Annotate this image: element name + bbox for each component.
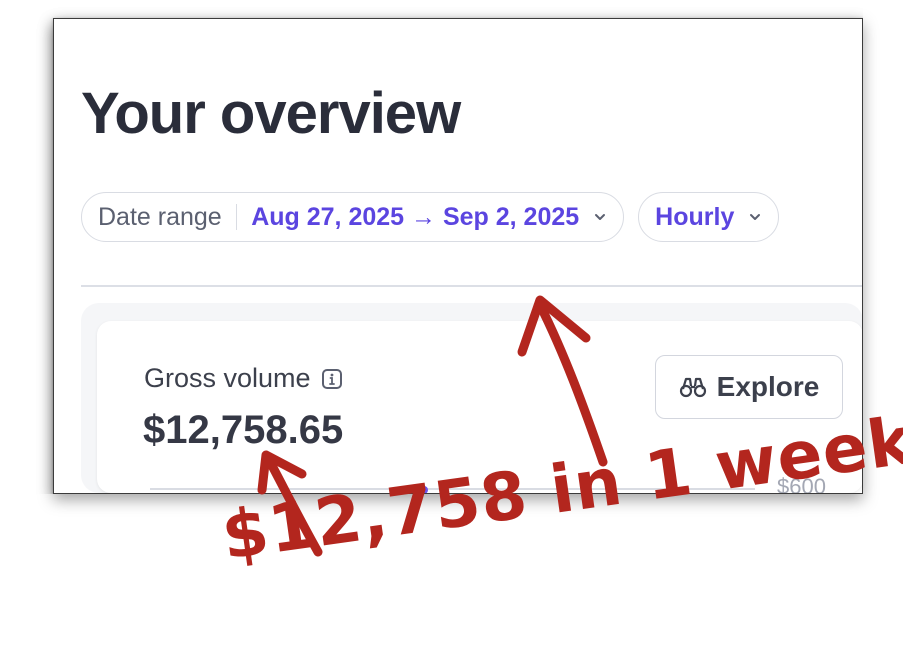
filter-row: Date range Aug 27, 2025 → Sep 2, 2025 Ho…: [81, 192, 780, 242]
info-icon[interactable]: [321, 368, 343, 390]
explore-button[interactable]: Explore: [655, 355, 843, 419]
gross-volume-label: Gross volume: [144, 363, 343, 394]
interval-value: Hourly: [655, 202, 735, 231]
explore-label: Explore: [716, 371, 820, 402]
chevron-down-icon: [750, 214, 761, 220]
pill-divider: [235, 204, 238, 230]
interval-filter[interactable]: Hourly: [638, 192, 780, 242]
binoculars-icon: [679, 377, 706, 398]
chevron-down-icon: [595, 214, 606, 220]
outside-area-right: [863, 0, 903, 650]
page-title: Your overview: [81, 81, 461, 146]
gross-volume-label-text: Gross volume: [144, 363, 311, 393]
date-range-value: Aug 27, 2025 → Sep 2, 2025: [251, 202, 580, 231]
date-range-label: Date range: [98, 202, 222, 231]
section-divider: [81, 285, 863, 287]
gross-volume-value: $12,758.65: [143, 408, 344, 452]
date-range-filter[interactable]: Date range Aug 27, 2025 → Sep 2, 2025: [81, 192, 625, 242]
